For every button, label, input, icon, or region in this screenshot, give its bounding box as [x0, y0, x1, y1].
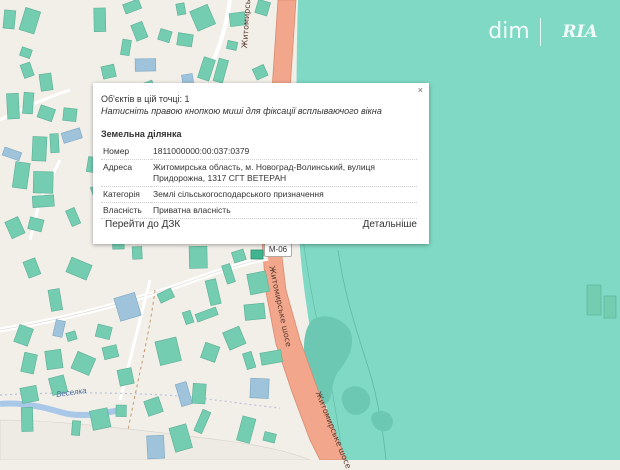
go-to-dzk-link[interactable]: Перейти до ДЗК — [105, 219, 180, 230]
parcel — [587, 285, 601, 315]
row-key: Адреса — [101, 160, 151, 187]
row-key: Номер — [101, 144, 151, 160]
row-key: Власність — [101, 203, 151, 219]
selected-parcel[interactable] — [251, 250, 263, 259]
details-link[interactable]: Детальніше — [363, 219, 417, 230]
parcel — [192, 383, 206, 404]
parcel — [45, 349, 63, 370]
parcel — [604, 296, 616, 318]
parcel — [12, 162, 30, 190]
objects-count: Об'єктів в цій точці: 1 — [101, 93, 421, 105]
watermark-separator — [540, 18, 541, 46]
parcel — [147, 435, 165, 459]
parcel — [189, 246, 207, 268]
watermark-ria: RIA — [544, 14, 616, 50]
table-row: Категорія Землі сільськогосподарського п… — [101, 187, 417, 203]
parcel — [6, 93, 19, 119]
parcel-info-table: Номер 1811000000:00:037:0379 Адреса Жито… — [101, 144, 417, 219]
parcel — [94, 8, 106, 32]
section-title: Земельна ділянка — [101, 128, 421, 140]
road-shield: М-06 — [264, 243, 292, 257]
parcel — [89, 408, 111, 431]
parcel — [247, 271, 270, 295]
parcel — [176, 3, 186, 16]
row-value: Приватна власність — [151, 203, 417, 219]
row-value: Житомирська область, м. Новоград-Волинсь… — [151, 160, 417, 187]
close-icon[interactable]: × — [418, 85, 423, 95]
table-row: Номер 1811000000:00:037:0379 — [101, 144, 417, 160]
table-row: Адреса Житомирська область, м. Новоград-… — [101, 160, 417, 187]
parcel — [21, 407, 33, 431]
row-value: Землі сільськогосподарського призначення — [151, 187, 417, 203]
parcel — [226, 40, 237, 50]
parcel — [132, 246, 142, 259]
parcel — [177, 33, 194, 47]
parcel — [50, 134, 59, 153]
parcel — [33, 171, 53, 193]
watermark-dim: dim — [478, 14, 540, 50]
parcel — [32, 136, 47, 161]
popup-links: Перейти до ДЗК Детальніше — [105, 219, 417, 233]
parcel — [250, 378, 269, 398]
parcel — [117, 368, 134, 386]
parcel — [23, 92, 34, 114]
row-value: 1811000000:00:037:0379 — [151, 144, 417, 160]
parcel — [116, 405, 126, 416]
popup-hint: Натисніть правою кнопкою миші для фіксац… — [101, 105, 421, 117]
parcel — [101, 64, 116, 79]
parcel — [32, 195, 54, 208]
parcel — [244, 303, 266, 320]
table-row: Власність Приватна власність — [101, 203, 417, 219]
parcel — [39, 73, 53, 91]
watermark-logo: dim RIA — [478, 14, 616, 50]
parcel — [135, 59, 156, 72]
parcel — [63, 108, 77, 122]
info-popup: × Об'єктів в цій точці: 1 Натисніть прав… — [93, 83, 429, 244]
parcel — [20, 385, 39, 403]
parcel — [3, 10, 16, 29]
row-key: Категорія — [101, 187, 151, 203]
parcel — [71, 421, 80, 436]
